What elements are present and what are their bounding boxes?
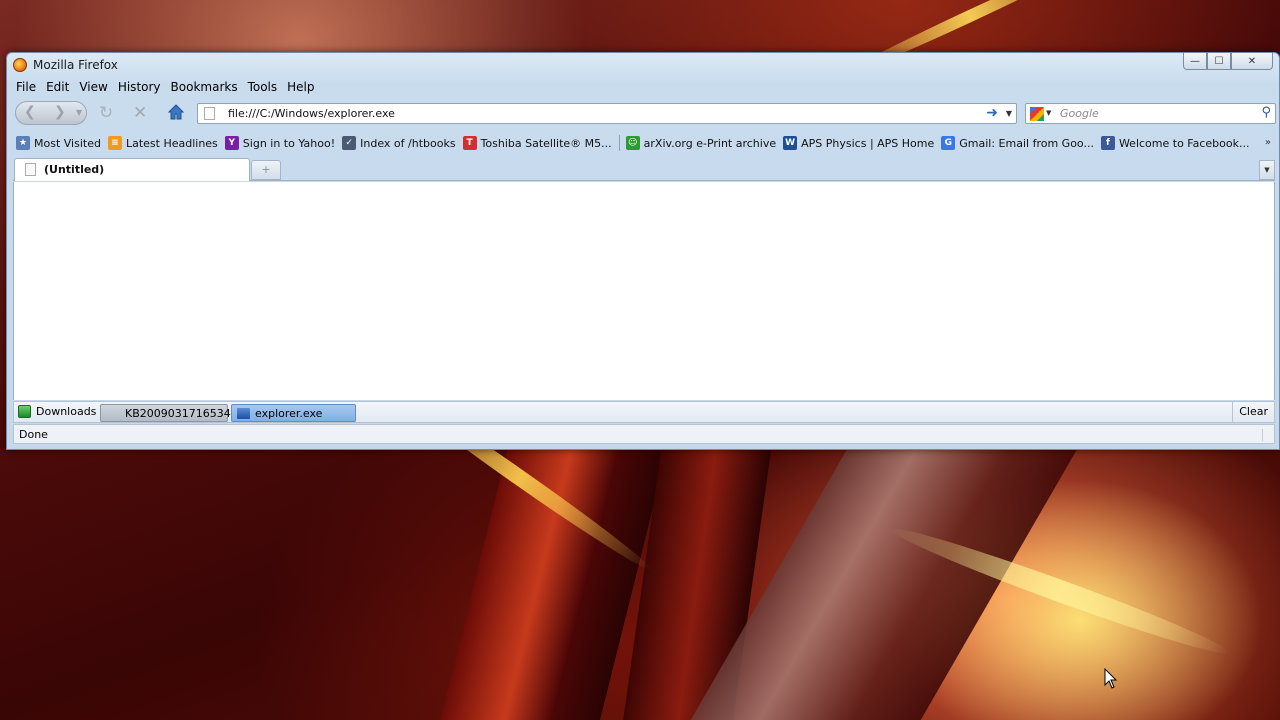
bookmark-label: Index of /htbooks bbox=[360, 136, 456, 150]
arxiv-icon: ☺ bbox=[625, 136, 640, 150]
bookmark-label: Most Visited bbox=[34, 136, 101, 150]
stop-button[interactable]: ✕ bbox=[133, 103, 147, 123]
downloads-label: Downloads bbox=[36, 405, 97, 418]
page-icon bbox=[25, 163, 36, 176]
downloads-button[interactable]: Downloads bbox=[18, 405, 96, 418]
bookmarks-toolbar: ★ Most Visited ≡ Latest Headlines Y Sign in t… bbox=[13, 133, 1275, 153]
most-visited-icon: ★ bbox=[16, 136, 30, 150]
bookmark-item[interactable]: f Welcome to Facebook... bbox=[1098, 133, 1254, 153]
engine-dropdown-icon[interactable]: ▼ bbox=[1046, 109, 1051, 117]
bookmark-item[interactable]: ≡ Latest Headlines bbox=[105, 133, 222, 153]
tab-list-button[interactable]: ▼ bbox=[1259, 160, 1275, 180]
download-item-label: explorer.exe bbox=[255, 407, 323, 420]
folder-index-icon: ✓ bbox=[342, 136, 357, 150]
rss-feed-icon: ≡ bbox=[107, 136, 122, 150]
forward-button[interactable]: ❯ bbox=[54, 104, 66, 120]
bookmarks-overflow-button[interactable]: » bbox=[1265, 137, 1271, 148]
bookmark-label: Gmail: Email from Goo... bbox=[959, 136, 1094, 150]
menu-file[interactable]: File bbox=[11, 78, 41, 98]
home-icon bbox=[167, 104, 185, 120]
menu-edit[interactable]: Edit bbox=[41, 78, 74, 98]
downloads-bar: Downloads KB2009031716534... explorer.ex… bbox=[13, 401, 1275, 423]
firefox-window: Mozilla Firefox — ☐ ✕ File Edit View His… bbox=[6, 52, 1280, 450]
aps-icon: W bbox=[783, 136, 798, 150]
explorer-file-icon bbox=[237, 408, 250, 419]
clear-downloads-button[interactable]: Clear bbox=[1232, 402, 1274, 422]
tab-untitled[interactable]: (Untitled) bbox=[14, 158, 250, 181]
bookmark-label: Welcome to Facebook... bbox=[1118, 136, 1250, 150]
address-bar[interactable]: file:///C:/Windows/explorer.exe ➜ ▼ bbox=[197, 103, 1017, 124]
download-arrow-icon bbox=[18, 405, 31, 418]
bookmark-item[interactable]: ☺ arXiv.org e-Print archive bbox=[623, 133, 780, 153]
window-title: Mozilla Firefox bbox=[33, 58, 118, 72]
url-history-dropdown-icon[interactable]: ▼ bbox=[1006, 109, 1012, 118]
maximize-button[interactable]: ☐ bbox=[1207, 53, 1231, 70]
bookmark-label: Sign in to Yahoo! bbox=[242, 136, 336, 150]
url-text[interactable]: file:///C:/Windows/explorer.exe bbox=[228, 107, 395, 120]
menu-help[interactable]: Help bbox=[282, 78, 319, 98]
firefox-logo-icon bbox=[13, 58, 27, 72]
toshiba-icon: T bbox=[462, 136, 477, 150]
status-text: Done bbox=[19, 428, 48, 441]
menu-bar: File Edit View History Bookmarks Tools H… bbox=[11, 78, 320, 98]
title-bar[interactable]: Mozilla Firefox — ☐ ✕ bbox=[7, 53, 1279, 77]
bookmark-item[interactable]: ✓ Index of /htbooks bbox=[339, 133, 459, 153]
gmail-icon: G bbox=[941, 136, 956, 150]
download-item-active[interactable]: explorer.exe bbox=[231, 404, 356, 422]
home-button[interactable] bbox=[167, 103, 185, 121]
bookmark-label: Latest Headlines bbox=[125, 136, 218, 150]
bookmark-item[interactable]: ★ Most Visited bbox=[13, 133, 105, 153]
bookmark-item[interactable]: T Toshiba Satellite® M5... bbox=[460, 133, 616, 153]
minimize-button[interactable]: — bbox=[1183, 53, 1207, 70]
google-engine-icon[interactable] bbox=[1030, 107, 1044, 121]
bookmark-item[interactable]: Y Sign in to Yahoo! bbox=[222, 133, 339, 153]
bookmark-item[interactable]: W APS Physics | APS Home bbox=[780, 133, 938, 153]
yahoo-icon: Y bbox=[224, 136, 239, 150]
go-button[interactable]: ➜ bbox=[986, 105, 998, 121]
menu-tools[interactable]: Tools bbox=[243, 78, 283, 98]
close-button[interactable]: ✕ bbox=[1231, 53, 1273, 70]
facebook-icon: f bbox=[1100, 136, 1115, 150]
back-button[interactable]: ❮ bbox=[24, 104, 36, 120]
tab-label: (Untitled) bbox=[44, 163, 105, 176]
bookmark-separator bbox=[618, 135, 620, 151]
bookmark-item[interactable]: G Gmail: Email from Goo... bbox=[938, 133, 1098, 153]
reload-button[interactable]: ↻ bbox=[99, 103, 113, 123]
new-tab-button[interactable]: + bbox=[251, 160, 281, 180]
window-controls: — ☐ ✕ bbox=[1183, 53, 1273, 70]
bookmark-label: Toshiba Satellite® M5... bbox=[480, 136, 612, 150]
status-bar: Done bbox=[13, 424, 1275, 444]
navigation-toolbar: ❮ ❯ ▼ ↻ ✕ file:///C:/Windows/explorer.ex… bbox=[11, 100, 1276, 126]
back-forward-group: ❮ ❯ ▼ bbox=[15, 101, 87, 125]
bookmark-label: arXiv.org e-Print archive bbox=[643, 136, 777, 150]
menu-history[interactable]: History bbox=[113, 78, 166, 98]
history-dropdown-icon[interactable]: ▼ bbox=[76, 108, 82, 117]
menu-view[interactable]: View bbox=[74, 78, 112, 98]
bookmark-label: APS Physics | APS Home bbox=[801, 136, 935, 150]
page-content[interactable] bbox=[13, 182, 1275, 400]
menu-bookmarks[interactable]: Bookmarks bbox=[166, 78, 243, 98]
mouse-cursor-icon bbox=[1104, 668, 1118, 689]
download-item[interactable]: KB2009031716534... bbox=[100, 404, 241, 422]
page-icon bbox=[204, 107, 215, 120]
search-input[interactable]: Google bbox=[1060, 107, 1099, 120]
search-icon[interactable]: ⚲ bbox=[1261, 105, 1271, 120]
resize-grip[interactable] bbox=[1262, 429, 1272, 441]
download-item-label: KB2009031716534... bbox=[125, 407, 242, 420]
search-bar[interactable]: ▼ Google ⚲ bbox=[1025, 103, 1276, 124]
tab-strip: (Untitled) + ▼ bbox=[13, 157, 1275, 181]
